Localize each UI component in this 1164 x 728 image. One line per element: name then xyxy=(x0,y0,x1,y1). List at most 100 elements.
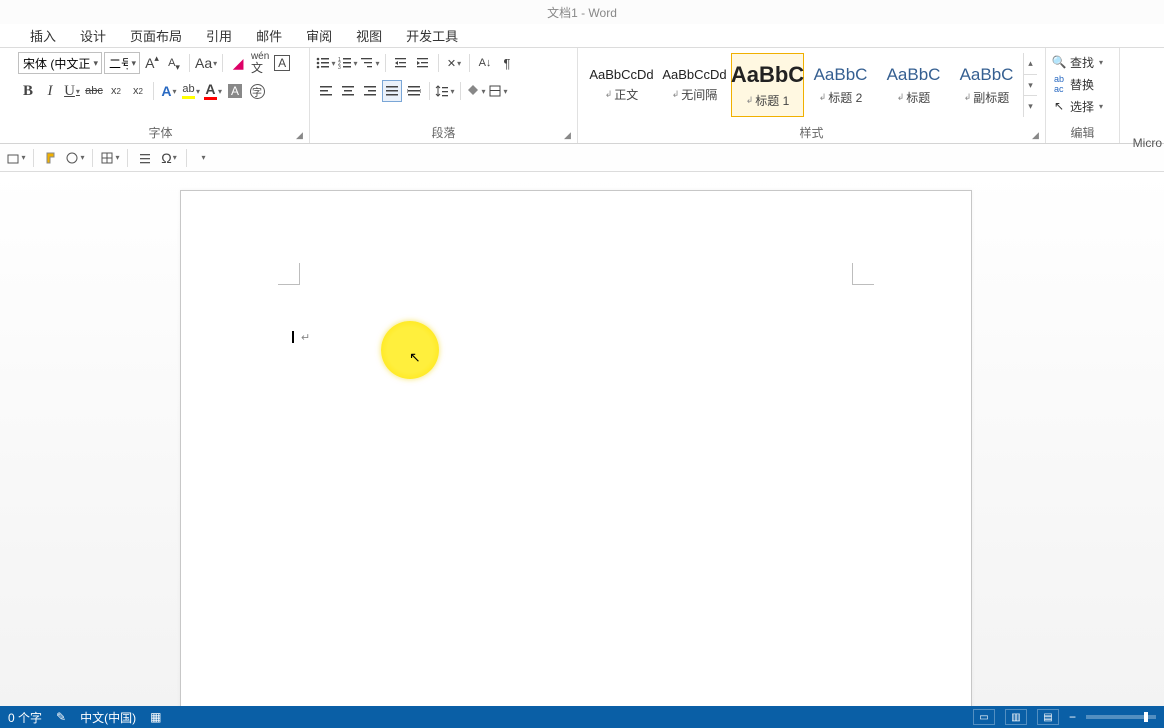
window-title: 文档1 - Word xyxy=(547,4,617,21)
dialog-launcher-icon[interactable]: ◢ xyxy=(564,130,574,140)
chevron-down-icon: ▾ xyxy=(128,58,139,69)
dialog-launcher-icon[interactable]: ◢ xyxy=(296,130,306,140)
decrease-font-button[interactable]: A▾ xyxy=(164,52,184,74)
zoom-slider[interactable] xyxy=(1086,715,1156,719)
replace-button[interactable]: abac 替换 xyxy=(1052,74,1113,94)
sort-button[interactable]: A↓ xyxy=(475,52,495,74)
separator xyxy=(460,82,461,100)
zoom-out-button[interactable]: − xyxy=(1069,710,1076,724)
read-mode-button[interactable]: ▭ xyxy=(973,709,995,725)
symbol-button[interactable]: Ω▾ xyxy=(159,147,179,169)
page[interactable]: ↵ ↖ xyxy=(180,190,972,706)
spellcheck-icon[interactable]: ✎ xyxy=(56,710,66,724)
subscript-button[interactable]: x2 xyxy=(106,80,126,102)
superscript-button[interactable]: x2 xyxy=(128,80,148,102)
align-left-button[interactable] xyxy=(316,80,336,102)
format-painter-button[interactable] xyxy=(41,147,61,169)
line-spacing-button[interactable]: ▾ xyxy=(435,80,455,102)
dialog-launcher-icon[interactable]: ◢ xyxy=(1032,130,1042,140)
font-color-button[interactable]: A▾ xyxy=(203,80,223,102)
borders-button[interactable]: ▾ xyxy=(488,80,508,102)
separator xyxy=(385,54,386,72)
chevron-down-icon: ▾ xyxy=(1099,58,1103,67)
font-size-combo[interactable]: 二号 ▾ xyxy=(104,52,140,74)
scroll-down-icon[interactable]: ▾ xyxy=(1024,75,1037,97)
word-count[interactable]: 0 个字 xyxy=(8,709,42,726)
shading-button[interactable]: ▾ xyxy=(466,80,486,102)
phonetic-guide-button[interactable]: wén文 xyxy=(250,52,270,74)
character-shading-button[interactable]: A xyxy=(225,80,245,102)
style-name: ↲正文 xyxy=(605,86,639,103)
style-name: ↲标题 2 xyxy=(819,89,863,106)
tab-layout[interactable]: 页面布局 xyxy=(130,26,182,45)
strikethrough-button[interactable]: abc xyxy=(84,80,104,102)
numbering-button[interactable]: 123▾ xyxy=(338,52,358,74)
tab-review[interactable]: 审阅 xyxy=(306,26,332,45)
asian-layout-button[interactable]: ✕▾ xyxy=(444,52,464,74)
document-area[interactable]: ↵ ↖ xyxy=(0,172,1164,706)
qat-item-1[interactable]: ▾ xyxy=(6,147,26,169)
group-styles: AaBbCcDd↲正文AaBbCcDd↲无间隔AaBbC↲标题 1AaBbC↲标… xyxy=(578,48,1046,143)
tab-design[interactable]: 设计 xyxy=(80,26,106,45)
font-name-combo[interactable]: 宋体 (中文正 ▾ xyxy=(18,52,102,74)
style-item-2[interactable]: AaBbC↲标题 1 xyxy=(731,53,804,117)
style-item-3[interactable]: AaBbC↲标题 2 xyxy=(804,53,877,117)
style-item-4[interactable]: AaBbC↲标题 xyxy=(877,53,950,117)
macro-icon[interactable]: ▦ xyxy=(150,710,161,724)
table-button[interactable]: ▾ xyxy=(100,147,120,169)
style-sample: AaBbCcDd xyxy=(662,67,726,82)
qat-item-5[interactable] xyxy=(135,147,155,169)
language-status[interactable]: 中文(中国) xyxy=(80,709,136,726)
align-center-button[interactable] xyxy=(338,80,358,102)
separator xyxy=(469,54,470,72)
tab-mailings[interactable]: 邮件 xyxy=(256,26,282,45)
distributed-button[interactable] xyxy=(404,80,424,102)
gallery-expand-icon[interactable]: ▾ xyxy=(1024,96,1037,117)
bold-button[interactable]: B xyxy=(18,80,38,102)
tab-references[interactable]: 引用 xyxy=(206,26,232,45)
increase-font-button[interactable]: A▴ xyxy=(142,52,162,74)
style-item-1[interactable]: AaBbCcDd↲无间隔 xyxy=(658,53,731,117)
web-layout-button[interactable]: ▤ xyxy=(1037,709,1059,725)
ribbon: 宋体 (中文正 ▾ 二号 ▾ A▴ A▾ Aa▾ ◢ wén文 A B I U xyxy=(0,48,1164,144)
bullets-button[interactable]: ▾ xyxy=(316,52,336,74)
group-label-styles: 样式 xyxy=(582,122,1041,142)
scroll-up-icon[interactable]: ▴ xyxy=(1024,53,1037,75)
qat-more-button[interactable]: ▾ xyxy=(194,147,212,169)
clear-formatting-button[interactable]: ◢ xyxy=(228,52,248,74)
italic-button[interactable]: I xyxy=(40,80,60,102)
svg-text:3: 3 xyxy=(338,65,341,70)
align-justify-button[interactable] xyxy=(382,80,402,102)
style-name: ↲标题 1 xyxy=(746,92,790,109)
tab-view[interactable]: 视图 xyxy=(356,26,382,45)
select-button[interactable]: ↖ 选择 ▾ xyxy=(1052,96,1113,116)
right-edge-text: Micro xyxy=(1131,132,1164,154)
title-bar: 文档1 - Word xyxy=(0,0,1164,24)
multilevel-list-button[interactable]: ▾ xyxy=(360,52,380,74)
show-marks-button[interactable]: ¶ xyxy=(497,52,517,74)
ribbon-tabs: 插入 设计 页面布局 引用 邮件 审阅 视图 开发工具 xyxy=(0,24,1164,48)
style-item-0[interactable]: AaBbCcDd↲正文 xyxy=(585,53,658,117)
enclose-characters-button[interactable]: 字 xyxy=(247,80,267,102)
style-name: ↲标题 xyxy=(897,89,931,106)
style-item-5[interactable]: AaBbC↲副标题 xyxy=(950,53,1023,117)
decrease-indent-button[interactable] xyxy=(391,52,411,74)
character-border-button[interactable]: A xyxy=(272,52,292,74)
align-right-button[interactable] xyxy=(360,80,380,102)
qat-item-3[interactable]: ▾ xyxy=(65,147,85,169)
print-layout-button[interactable]: ▥ xyxy=(1005,709,1027,725)
margin-guide xyxy=(852,263,874,285)
separator xyxy=(438,54,439,72)
tab-insert[interactable]: 插入 xyxy=(30,26,56,45)
replace-icon: abac xyxy=(1052,77,1066,91)
increase-indent-button[interactable] xyxy=(413,52,433,74)
group-label-paragraph: 段落 xyxy=(316,122,571,142)
underline-button[interactable]: U▾ xyxy=(62,80,82,102)
find-button[interactable]: 🔍 查找 ▾ xyxy=(1052,52,1113,72)
highlight-button[interactable]: ab▾ xyxy=(181,80,201,102)
change-case-button[interactable]: Aa▾ xyxy=(195,52,217,74)
select-icon: ↖ xyxy=(1052,99,1066,113)
tab-developer[interactable]: 开发工具 xyxy=(406,26,458,45)
gallery-scroll[interactable]: ▴ ▾ ▾ xyxy=(1023,53,1037,117)
text-effects-button[interactable]: A▾ xyxy=(159,80,179,102)
